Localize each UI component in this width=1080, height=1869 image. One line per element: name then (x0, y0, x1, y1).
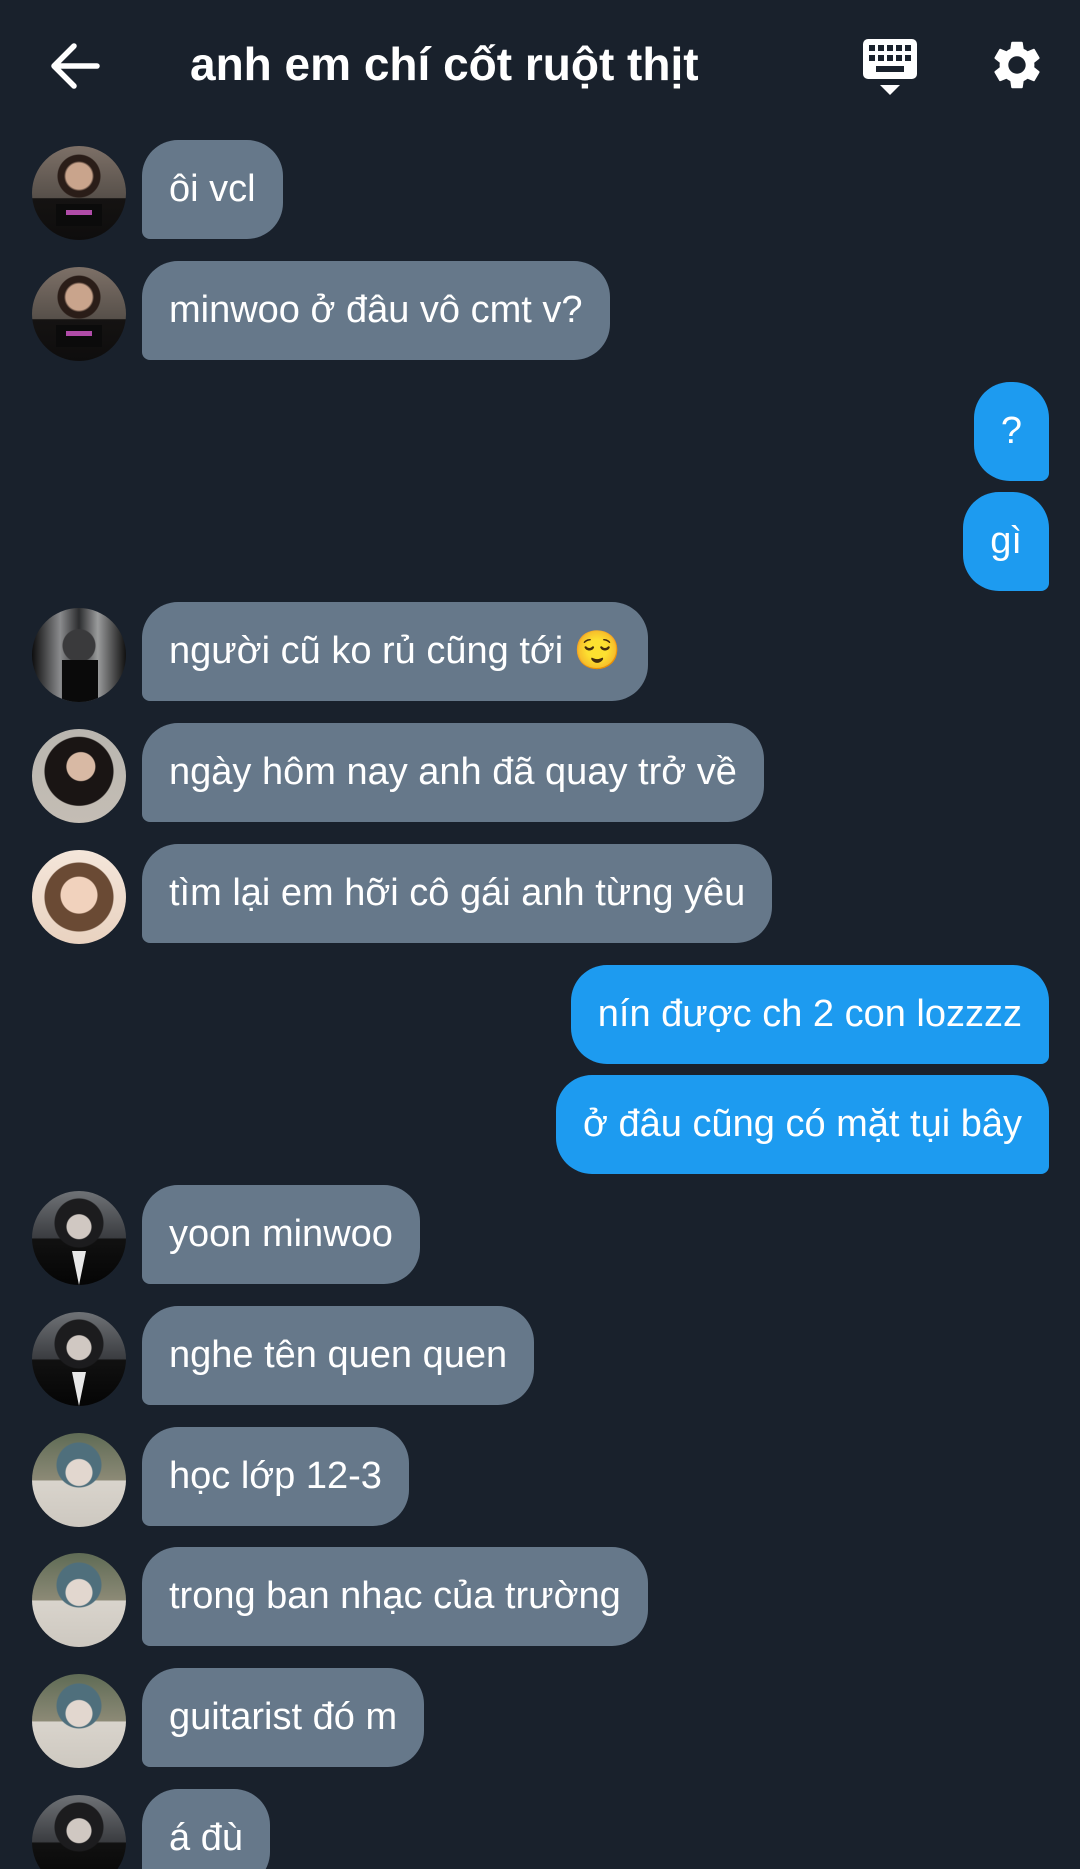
message-row: nín được ch 2 con lozzzz (0, 965, 1080, 1065)
message-bubble[interactable]: người cũ ko rủ cũng tới 😌 (142, 602, 649, 701)
message-row: trong ban nhạc của trường (0, 1547, 1080, 1647)
avatar[interactable] (32, 1191, 126, 1285)
message-row: yoon minwoo (0, 1185, 1080, 1285)
message-row: ôi vcl (0, 140, 1080, 240)
avatar[interactable] (32, 1674, 126, 1768)
message-bubble[interactable]: á đù (142, 1789, 270, 1869)
message-row: minwoo ở đâu vô cmt v? (0, 261, 1080, 361)
avatar[interactable] (32, 267, 126, 361)
message-bubble[interactable]: yoon minwoo (142, 1185, 420, 1284)
message-bubble[interactable]: trong ban nhạc của trường (142, 1547, 648, 1646)
message-row: nghe tên quen quen (0, 1306, 1080, 1406)
message-bubble[interactable]: học lớp 12-3 (142, 1427, 409, 1526)
message-row: người cũ ko rủ cũng tới 😌 (0, 602, 1080, 702)
message-row: ? (0, 382, 1080, 482)
avatar[interactable] (32, 1312, 126, 1406)
avatar[interactable] (32, 1795, 126, 1869)
avatar[interactable] (32, 146, 126, 240)
message-row: học lớp 12-3 (0, 1427, 1080, 1527)
message-bubble[interactable]: gì (963, 492, 1049, 591)
message-row: á đù (0, 1789, 1080, 1869)
avatar[interactable] (32, 850, 126, 944)
avatar[interactable] (32, 1553, 126, 1647)
message-bubble[interactable]: nghe tên quen quen (142, 1306, 535, 1405)
message-bubble[interactable]: nín được ch 2 con lozzzz (570, 965, 1049, 1064)
avatar[interactable] (32, 1433, 126, 1527)
avatar[interactable] (32, 729, 126, 823)
message-bubble[interactable]: ôi vcl (142, 140, 283, 239)
avatar[interactable] (32, 608, 126, 702)
message-bubble[interactable]: tìm lại em hỡi cô gái anh từng yêu (142, 844, 773, 943)
message-row: guitarist đó m (0, 1668, 1080, 1768)
message-bubble[interactable]: ngày hôm nay anh đã quay trở về (142, 723, 764, 822)
message-row: ngày hôm nay anh đã quay trở về (0, 723, 1080, 823)
message-row: gì (0, 492, 1080, 592)
message-bubble[interactable]: ở đâu cũng có mặt tụi bây (556, 1075, 1049, 1174)
message-list[interactable]: ôi vcl minwoo ở đâu vô cmt v? ? gì người… (0, 0, 1080, 1869)
message-row: tìm lại em hỡi cô gái anh từng yêu (0, 844, 1080, 944)
message-bubble[interactable]: guitarist đó m (142, 1668, 425, 1767)
message-row: ở đâu cũng có mặt tụi bây (0, 1075, 1080, 1175)
message-bubble[interactable]: ? (973, 382, 1049, 481)
message-bubble[interactable]: minwoo ở đâu vô cmt v? (142, 261, 610, 360)
